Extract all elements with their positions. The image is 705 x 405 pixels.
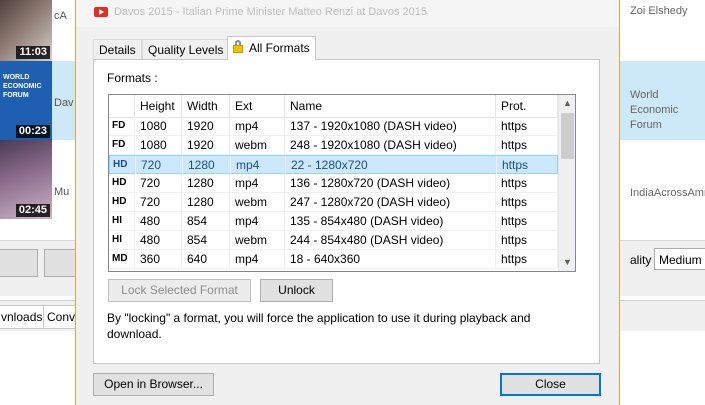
- video-thumbnail[interactable]: WORLD ECONOMIC FORUM 00:23: [0, 61, 52, 140]
- cell-name: 135 - 854x480 (DASH video): [285, 212, 496, 230]
- quality-tag: FD: [109, 117, 135, 135]
- quality-tag: HD: [109, 193, 135, 211]
- cell-name: 22 - 1280x720: [286, 156, 497, 174]
- scroll-down-arrow-icon[interactable]: ▼: [559, 254, 575, 271]
- formats-list[interactable]: Height Width Ext Name Prot. FD 1080 1920 mp…: [108, 94, 576, 272]
- quality-select[interactable]: Medium: [654, 248, 705, 270]
- video-title: cA: [54, 10, 67, 22]
- tab-quality-levels[interactable]: Quality Levels: [142, 39, 230, 59]
- cell-prot: https: [496, 212, 558, 230]
- video-title: Mu: [54, 186, 70, 198]
- quality-tag: HI: [109, 212, 135, 230]
- format-row[interactable]: FD 1080 1920 mp4 137 - 1920x1080 (DASH video…: [109, 117, 558, 136]
- cell-height: 1080: [135, 136, 182, 154]
- cell-ext: mp4: [230, 117, 285, 135]
- cell-prot: https: [496, 174, 558, 192]
- close-button[interactable]: Close: [500, 373, 601, 396]
- cell-ext: webm: [230, 193, 285, 211]
- wef-logo: WORLD ECONOMIC FORUM: [3, 74, 42, 99]
- cell-width: 1920: [182, 136, 230, 154]
- dialog-title: Davos 2015 - Italian Prime Minister Matt…: [114, 6, 428, 18]
- quality-tag: HI: [109, 231, 135, 249]
- video-duration: 00:23: [15, 125, 50, 138]
- cell-prot: https: [497, 156, 559, 174]
- video-channel: World Economic Forum: [630, 89, 679, 131]
- video-title: Dav: [54, 97, 74, 109]
- cell-width: 854: [182, 231, 230, 249]
- cell-width: 640: [182, 250, 230, 268]
- cell-name: 244 - 854x480 (DASH video): [285, 231, 496, 249]
- column-header-ext[interactable]: Ext: [230, 95, 285, 117]
- format-dialog: Davos 2015 - Italian Prime Minister Matt…: [75, 0, 620, 405]
- all-formats-panel: Formats : Height Width Ext Name Prot. FD…: [93, 59, 600, 364]
- quality-tag: HD: [110, 156, 136, 174]
- cell-width: 1920: [182, 117, 230, 135]
- quality-tag: FD: [109, 136, 135, 154]
- video-thumbnail[interactable]: 11:03: [0, 0, 52, 61]
- cell-name: 248 - 1920x1080 (DASH video): [285, 136, 496, 154]
- cell-prot: https: [496, 250, 558, 268]
- open-in-browser-button[interactable]: Open in Browser...: [93, 373, 214, 396]
- format-row-selected[interactable]: HD 720 1280 mp4 22 - 1280x720 https: [109, 155, 559, 174]
- cell-ext: webm: [230, 136, 285, 154]
- video-duration: 11:03: [16, 46, 50, 59]
- video-channel: Zoi Elshedy: [630, 5, 688, 17]
- cell-ext: mp4: [231, 156, 286, 174]
- cell-ext: webm: [230, 231, 285, 249]
- lock-icon: [233, 40, 243, 53]
- column-header-width[interactable]: Width: [182, 95, 230, 117]
- cell-height: 480: [135, 212, 182, 230]
- cell-width: 1280: [182, 174, 230, 192]
- unlock-button[interactable]: Unlock: [260, 279, 333, 302]
- cell-width: 1280: [183, 156, 231, 174]
- cell-prot: https: [496, 136, 558, 154]
- cell-height: 720: [136, 156, 183, 174]
- cell-height: 720: [135, 174, 182, 192]
- cell-ext: mp4: [230, 212, 285, 230]
- format-row[interactable]: FD 1080 1920 webm 248 - 1920x1080 (DASH vide…: [109, 136, 558, 155]
- list-scrollbar[interactable]: ▲ ▼: [558, 95, 575, 271]
- lock-selected-format-button[interactable]: Lock Selected Format: [108, 279, 251, 302]
- background-button[interactable]: [0, 249, 38, 277]
- cell-width: 854: [182, 212, 230, 230]
- column-header-tag[interactable]: [109, 95, 135, 117]
- cell-prot: https: [496, 231, 558, 249]
- tab-convert[interactable]: Conv: [43, 305, 80, 329]
- format-row[interactable]: HI 480 854 mp4 135 - 854x480 (DASH video) htt…: [109, 212, 558, 231]
- tab-details[interactable]: Details: [93, 39, 142, 59]
- tab-all-formats[interactable]: All Formats: [227, 36, 316, 60]
- cell-height: 1080: [135, 117, 182, 135]
- scroll-up-arrow-icon[interactable]: ▲: [559, 95, 575, 112]
- video-channel: IndiaAcrossAmr: [630, 187, 705, 199]
- tab-downloads[interactable]: vnloads: [0, 305, 47, 329]
- cell-name: 247 - 1280x720 (DASH video): [285, 193, 496, 211]
- cell-name: 18 - 640x360: [285, 250, 496, 268]
- column-header-prot[interactable]: Prot.: [496, 95, 558, 117]
- formats-label: Formats :: [107, 71, 158, 85]
- cell-ext: mp4: [230, 174, 285, 192]
- column-header-height[interactable]: Height: [135, 95, 182, 117]
- cell-prot: https: [496, 117, 558, 135]
- cell-height: 720: [135, 193, 182, 211]
- list-header: Height Width Ext Name Prot.: [109, 95, 558, 118]
- cell-width: 1280: [182, 193, 230, 211]
- cell-ext: mp4: [230, 250, 285, 268]
- quality-tag: MD: [109, 250, 135, 268]
- lock-info-text: By "locking" a format, you will force th…: [107, 311, 531, 341]
- video-thumbnail[interactable]: 02:45: [0, 140, 52, 219]
- scroll-thumb[interactable]: [561, 113, 574, 159]
- quality-tag: HD: [109, 174, 135, 192]
- youtube-icon: [94, 7, 108, 17]
- cell-name: 137 - 1920x1080 (DASH video): [285, 117, 496, 135]
- format-row[interactable]: HI 480 854 webm 244 - 854x480 (DASH video) ht…: [109, 231, 558, 250]
- format-row[interactable]: MD 360 640 mp4 18 - 640x360 https: [109, 250, 558, 269]
- video-duration: 02:45: [15, 204, 50, 217]
- cell-height: 360: [135, 250, 182, 268]
- format-row[interactable]: HD 720 1280 mp4 136 - 1280x720 (DASH video) h…: [109, 174, 558, 193]
- column-header-name[interactable]: Name: [285, 95, 496, 117]
- cell-prot: https: [496, 193, 558, 211]
- cell-name: 136 - 1280x720 (DASH video): [285, 174, 496, 192]
- cell-height: 480: [135, 231, 182, 249]
- format-row[interactable]: HD 720 1280 webm 247 - 1280x720 (DASH video)…: [109, 193, 558, 212]
